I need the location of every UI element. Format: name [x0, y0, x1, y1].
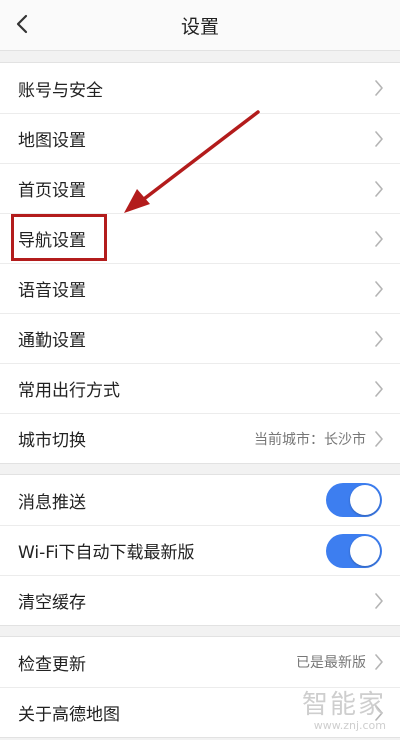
settings-item-label: 账号与安全 [18, 80, 103, 101]
settings-item-label: 地图设置 [18, 131, 86, 151]
push-notifications-toggle[interactable] [326, 483, 382, 517]
settings-item-label: Wi-Fi下自动下载最新版 [18, 543, 195, 563]
watermark-url: www.znj.com [313, 719, 386, 732]
toggle-knob [350, 535, 380, 566]
settings-item-travel-mode[interactable]: 常用出行方式 [0, 363, 400, 413]
settings-item-label: 首页设置 [18, 181, 86, 201]
settings-item-label: 检查更新 [18, 654, 86, 675]
settings-item-check-update[interactable]: 检查更新 已是最新版 [0, 637, 400, 687]
wifi-auto-download-toggle[interactable] [326, 533, 382, 568]
settings-item-label: 通勤设置 [18, 331, 86, 351]
chevron-right-icon [375, 280, 383, 297]
settings-item-push-notifications: 消息推送 [0, 475, 400, 525]
update-status-value: 已是最新版 [296, 655, 366, 671]
chevron-right-icon [375, 330, 383, 347]
page-title: 设置 [180, 16, 219, 38]
chevron-right-icon [375, 130, 383, 147]
chevron-right-icon [375, 180, 383, 197]
settings-item-label: 语音设置 [18, 281, 86, 301]
chevron-right-icon [375, 380, 383, 397]
settings-item-clear-cache[interactable]: 清空缓存 [0, 575, 400, 625]
chevron-right-icon [375, 80, 383, 96]
chevron-right-icon [375, 592, 383, 609]
chevron-right-icon [375, 230, 383, 247]
settings-item-navigation-settings[interactable]: 导航设置 [0, 213, 400, 263]
settings-item-wifi-auto-download: Wi-Fi下自动下载最新版 [0, 525, 400, 575]
settings-item-label: 城市切换 [18, 431, 86, 451]
watermark: 智能家 www.znj.com [302, 691, 386, 732]
settings-item-map-settings[interactable]: 地图设置 [0, 113, 400, 163]
settings-item-label: 消息推送 [18, 492, 86, 513]
chevron-right-icon [375, 430, 383, 447]
settings-item-home-settings[interactable]: 首页设置 [0, 163, 400, 213]
chevron-right-icon [375, 654, 383, 670]
settings-item-label: 导航设置 [18, 231, 86, 251]
settings-group-toggles: 消息推送 Wi-Fi下自动下载最新版 清空缓存 [0, 474, 400, 626]
settings-item-commute-settings[interactable]: 通勤设置 [0, 313, 400, 363]
toggle-knob [350, 485, 380, 515]
settings-group-main: 账号与安全 地图设置 首页设置 导航设置 语音设置 通勤设置 常用出行方式 城市… [0, 62, 400, 464]
settings-item-account-security[interactable]: 账号与安全 [0, 63, 400, 113]
settings-item-label: 常用出行方式 [18, 381, 120, 401]
settings-item-label: 清空缓存 [18, 593, 86, 613]
settings-item-city-switch[interactable]: 城市切换 当前城市：长沙市 [0, 413, 400, 463]
current-city-value: 当前城市：长沙市 [254, 431, 366, 448]
top-bar: 设置 [0, 0, 400, 51]
settings-item-voice-settings[interactable]: 语音设置 [0, 263, 400, 313]
watermark-logo: 智能家 [301, 690, 386, 720]
